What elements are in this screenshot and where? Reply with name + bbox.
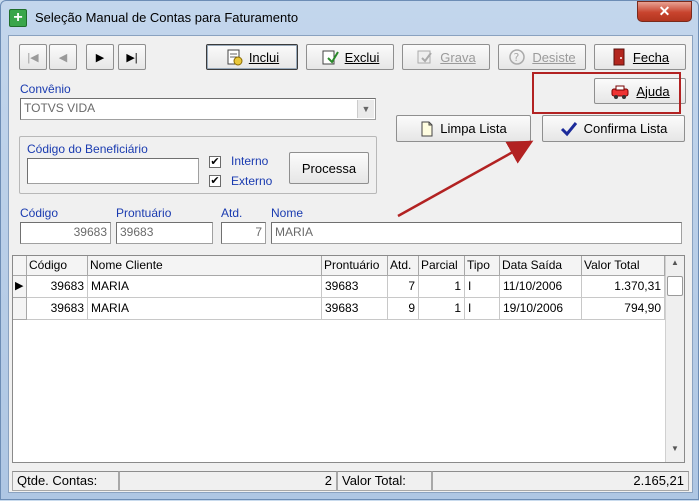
desiste-label: Desiste [532,49,576,65]
close-button[interactable]: ✕ [637,1,692,22]
limpa-lista-label: Limpa Lista [440,121,507,136]
confirma-highlight-box [532,72,681,114]
processa-button[interactable]: Processa [289,152,369,184]
svg-text:?: ? [514,51,520,64]
inclui-button[interactable]: Inclui [206,44,298,70]
atd-field[interactable]: 7 [221,222,266,244]
grava-label: Grava [440,49,476,65]
chevron-down-icon[interactable]: ▼ [357,100,374,118]
col-header-prontuario[interactable]: Prontuário [322,256,388,276]
accounts-grid[interactable]: Código Nome Cliente Prontuário Atd. Parc… [12,255,685,463]
convenio-label: Convênio [20,82,71,96]
externo-label: Externo [231,174,273,188]
delete-icon [322,50,339,65]
beneficiario-input[interactable] [27,158,199,184]
current-row-arrow-icon: ▶ [15,280,24,292]
table-cell[interactable]: 1 [419,276,465,298]
table-cell[interactable]: 19/10/2006 [500,298,582,320]
grid-scrollbar[interactable]: ▲ ▼ [665,256,684,462]
codigo-field[interactable]: 39683 [20,222,111,244]
table-cell[interactable]: 11/10/2006 [500,276,582,298]
valor-total-label: Valor Total: [337,471,432,491]
exclui-button[interactable]: Exclui [306,44,394,70]
door-exit-icon [613,48,625,66]
nome-field[interactable]: MARIA [271,222,682,244]
col-header-tipo[interactable]: Tipo [465,256,500,276]
exclui-label: Exclui [344,49,380,65]
app-window: + Seleção Manual de Contas para Faturame… [0,0,699,500]
cancel-icon: ? [509,49,526,65]
nav-first-button[interactable]: |◀ [19,44,47,70]
convenio-value: TOTVS VIDA [24,101,96,115]
scroll-thumb[interactable] [667,276,683,296]
externo-checkbox[interactable]: ✔ [209,175,221,187]
grid-corner [13,256,27,276]
interno-label: Interno [231,154,269,168]
table-cell[interactable]: 7 [388,276,419,298]
prontuario-label: Prontuário [116,206,172,220]
table-cell[interactable]: MARIA [88,276,322,298]
qtde-label: Qtde. Contas: [12,471,119,491]
nav-prev-button[interactable]: ◀ [49,44,77,70]
row-indicator-current[interactable]: ▶ [13,276,27,298]
row-indicator[interactable] [13,298,27,320]
fecha-button[interactable]: Fecha [594,44,686,70]
col-header-data-saida[interactable]: Data Saída [500,256,582,276]
add-document-icon [227,49,243,66]
interno-checkbox[interactable]: ✔ [209,156,221,168]
window-title: Seleção Manual de Contas para Faturament… [35,10,299,25]
desiste-button[interactable]: ? Desiste [498,44,586,70]
nome-label: Nome [271,206,304,220]
col-header-codigo[interactable]: Código [27,256,88,276]
scroll-up-icon[interactable]: ▲ [667,258,683,272]
table-cell[interactable]: 39683 [27,276,88,298]
confirma-lista-label: Confirma Lista [583,121,668,136]
limpa-lista-button[interactable]: Limpa Lista [396,115,531,142]
table-cell[interactable]: 39683 [322,276,388,298]
beneficiario-label: Código do Beneficiário [27,142,148,156]
col-header-nome-cliente[interactable]: Nome Cliente [88,256,322,276]
title-bar[interactable]: + Seleção Manual de Contas para Faturame… [1,1,698,35]
nav-next-button[interactable]: ▶ [86,44,114,70]
convenio-select[interactable]: TOTVS VIDA ▼ [20,98,376,120]
table-cell[interactable]: 9 [388,298,419,320]
qtde-value: 2 [119,471,337,491]
col-header-atd[interactable]: Atd. [388,256,419,276]
fecha-label: Fecha [632,49,670,65]
new-page-icon [421,121,433,136]
col-header-valor-total[interactable]: Valor Total [582,256,665,276]
col-header-parcial[interactable]: Parcial [419,256,465,276]
inclui-label: Inclui [248,49,280,65]
status-bar: Qtde. Contas: 2 Valor Total: 2.165,21 [12,471,689,492]
grava-button[interactable]: Grava [402,44,490,70]
table-cell[interactable]: 1 [419,298,465,320]
save-icon [417,50,433,64]
table-cell[interactable]: 1.370,31 [582,276,665,298]
table-cell[interactable]: 39683 [27,298,88,320]
table-cell[interactable]: 39683 [322,298,388,320]
valor-total-value: 2.165,21 [432,471,689,491]
table-cell[interactable]: 794,90 [582,298,665,320]
table-cell[interactable]: I [465,298,500,320]
app-plus-icon: + [9,9,27,27]
table-cell[interactable]: MARIA [88,298,322,320]
scroll-down-icon[interactable]: ▼ [667,444,683,458]
nav-last-button[interactable]: ▶| [118,44,146,70]
table-cell[interactable]: I [465,276,500,298]
confirma-lista-button[interactable]: Confirma Lista [542,115,685,142]
atd-label: Atd. [221,206,243,220]
checkmark-icon [560,121,577,136]
prontuario-field[interactable]: 39683 [116,222,213,244]
codigo-label: Código [20,206,59,220]
